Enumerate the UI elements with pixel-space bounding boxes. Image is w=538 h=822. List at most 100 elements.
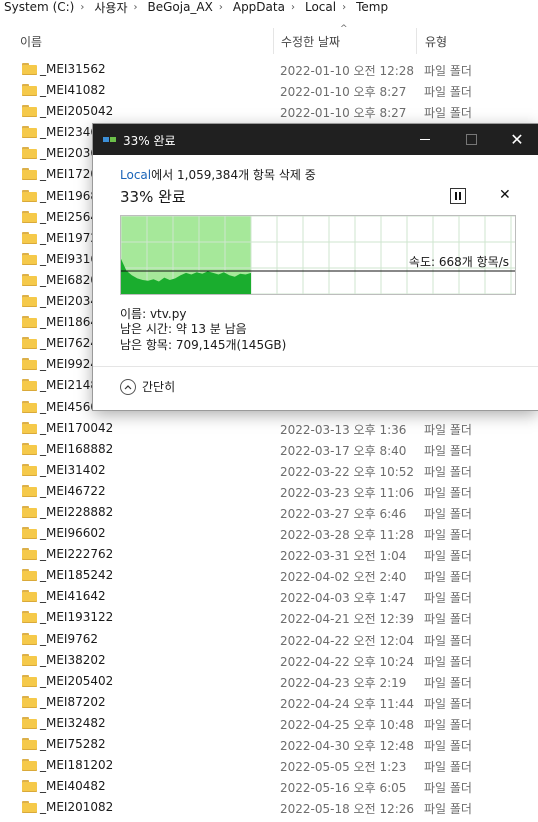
file-type: 파일 폴더 <box>424 64 472 78</box>
folder-icon <box>22 316 37 329</box>
breadcrumb-item[interactable]: BeGoja_AX <box>143 0 212 14</box>
pause-button[interactable] <box>450 188 466 204</box>
list-item[interactable]: _MEI32482 2022-04-25 오후 10:48 파일 폴더 <box>0 714 538 735</box>
file-name: _MEI2148 <box>40 378 99 393</box>
file-date: 2022-03-17 오후 8:40 <box>280 443 407 458</box>
file-name: _MEI87202 <box>40 694 106 709</box>
file-date: 2022-04-25 오후 10:48 <box>280 717 415 732</box>
breadcrumb-item[interactable]: System (C:) <box>0 0 74 14</box>
list-item[interactable]: _MEI181202 2022-05-05 오전 1:23 파일 폴더 <box>0 756 538 777</box>
chevron-right-icon[interactable]: › <box>336 2 352 13</box>
list-item[interactable]: _MEI96602 2022-03-28 오후 11:28 파일 폴더 <box>0 524 538 545</box>
file-name: _MEI9762 <box>40 631 99 646</box>
folder-icon <box>22 463 37 476</box>
breadcrumb-item[interactable]: 사용자 <box>90 0 127 15</box>
close-button[interactable]: ✕ <box>494 124 538 155</box>
list-item[interactable]: _MEI38202 2022-04-22 오후 10:24 파일 폴더 <box>0 651 538 672</box>
maximize-icon <box>465 134 477 145</box>
list-item[interactable]: _MEI205042 2022-01-10 오후 8:27 파일 폴더 <box>0 102 538 123</box>
breadcrumb-item[interactable]: Local <box>301 0 336 14</box>
fewer-details-button[interactable]: 간단히 <box>120 378 175 395</box>
summary-text: 에서 1,059,384개 항목 삭제 중 <box>151 168 316 182</box>
list-item[interactable]: _MEI41642 2022-04-03 오후 1:47 파일 폴더 <box>0 587 538 608</box>
delete-progress-dialog: 33% 완료 ✕ Local에서 1,059,384개 항목 삭제 중 33% … <box>93 124 538 410</box>
file-type: 파일 폴더 <box>424 485 472 500</box>
file-name: _MEI40482 <box>40 779 106 794</box>
folder-icon <box>22 527 37 540</box>
file-date: 2022-01-10 오전 12:28 <box>280 64 415 78</box>
list-item[interactable]: _MEI40482 2022-05-16 오후 6:05 파일 폴더 <box>0 777 538 798</box>
file-type: 파일 폴더 <box>424 549 472 564</box>
folder-icon <box>22 84 37 97</box>
column-header-date[interactable]: 수정한 날짜 <box>281 28 340 54</box>
chevron-up-icon <box>120 378 136 395</box>
items-remaining: 남은 항목: 709,145개(145GB) <box>120 338 287 352</box>
operation-summary: Local에서 1,059,384개 항목 삭제 중 <box>120 166 316 183</box>
file-type: 파일 폴더 <box>424 781 472 796</box>
folder-icon <box>22 105 37 118</box>
throughput-graph: 속도: 668개 항목/s <box>120 215 516 295</box>
file-name: _MEI201082 <box>40 800 114 815</box>
column-header-name[interactable]: 이름 <box>20 28 42 54</box>
list-item[interactable]: _MEI75282 2022-04-30 오후 12:48 파일 폴더 <box>0 735 538 756</box>
file-name: _MEI181202 <box>40 758 114 773</box>
folder-icon <box>22 484 37 497</box>
chevron-right-icon[interactable]: › <box>74 2 90 13</box>
folder-icon <box>22 653 37 666</box>
list-item[interactable]: _MEI205402 2022-04-23 오후 2:19 파일 폴더 <box>0 672 538 693</box>
maximize-button[interactable] <box>448 124 494 155</box>
source-folder-link[interactable]: Local <box>120 168 151 182</box>
list-item[interactable]: _MEI193122 2022-04-21 오전 12:39 파일 폴더 <box>0 608 538 629</box>
breadcrumb-item[interactable]: Temp <box>352 0 388 14</box>
column-header-type[interactable]: 유형 <box>425 28 447 54</box>
folder-icon <box>22 548 37 561</box>
file-type: 파일 폴더 <box>424 528 472 543</box>
list-item[interactable]: _MEI201082 2022-05-18 오전 12:26 파일 폴더 <box>0 798 538 819</box>
list-item[interactable]: _MEI222762 2022-03-31 오전 1:04 파일 폴더 <box>0 545 538 566</box>
folder-icon <box>22 590 37 603</box>
minimize-button[interactable] <box>402 124 448 155</box>
list-item[interactable]: _MEI9762 2022-04-22 오전 12:04 파일 폴더 <box>0 630 538 651</box>
file-name: _MEI1968 <box>40 188 99 203</box>
list-item[interactable]: _MEI228882 2022-03-27 오후 6:46 파일 폴더 <box>0 503 538 524</box>
list-item[interactable]: _MEI170042 2022-03-13 오후 1:36 파일 폴더 <box>0 419 538 440</box>
file-name: _MEI31562 <box>40 62 106 76</box>
dialog-titlebar[interactable]: 33% 완료 ✕ <box>93 124 538 155</box>
list-item[interactable]: _MEI31402 2022-03-22 오후 10:52 파일 폴더 <box>0 461 538 482</box>
cancel-button[interactable]: ✕ <box>499 187 511 203</box>
column-divider[interactable] <box>273 28 274 54</box>
file-name: _MEI193122 <box>40 610 114 625</box>
list-item[interactable]: _MEI46722 2022-03-23 오후 11:06 파일 폴더 <box>0 482 538 503</box>
file-date: 2022-04-21 오전 12:39 <box>280 612 415 627</box>
list-item[interactable]: _MEI185242 2022-04-02 오전 2:40 파일 폴더 <box>0 566 538 587</box>
folder-icon <box>22 337 37 350</box>
file-type: 파일 폴더 <box>424 106 472 121</box>
folder-icon <box>22 379 37 392</box>
list-item[interactable]: _MEI41082 2022-01-10 오후 8:27 파일 폴더 <box>0 81 538 102</box>
file-date: 2022-01-10 오후 8:27 <box>280 85 407 100</box>
file-type: 파일 폴더 <box>424 506 472 521</box>
column-divider[interactable] <box>416 28 417 54</box>
folder-icon <box>22 442 37 455</box>
list-item[interactable]: _MEI87202 2022-04-24 오후 11:44 파일 폴더 <box>0 693 538 714</box>
chevron-right-icon[interactable]: › <box>213 2 229 13</box>
file-type: 파일 폴더 <box>424 739 472 753</box>
breadcrumb-item[interactable]: AppData <box>229 0 285 14</box>
chevron-right-icon[interactable]: › <box>127 2 143 13</box>
file-name: _MEI32482 <box>40 715 106 730</box>
sort-ascending-icon: ^ <box>340 24 348 34</box>
file-name: _MEI96602 <box>40 526 106 541</box>
file-name: _MEI170042 <box>40 420 114 435</box>
file-date: 2022-05-16 오후 6:05 <box>280 781 407 796</box>
chevron-right-icon[interactable]: › <box>285 2 301 13</box>
list-item[interactable]: _MEI31562 2022-01-10 오전 12:28 파일 폴더 <box>0 60 538 81</box>
folder-icon <box>22 632 37 645</box>
folder-icon <box>22 695 37 708</box>
file-name: _MEI46722 <box>40 483 106 498</box>
file-name: _MEI2034 <box>40 294 99 309</box>
file-date: 2022-03-13 오후 1:36 <box>280 422 407 437</box>
file-name: _MEI1864 <box>40 315 99 330</box>
file-type: 파일 폴더 <box>424 802 472 817</box>
list-item[interactable]: _MEI168882 2022-03-17 오후 8:40 파일 폴더 <box>0 440 538 461</box>
minimize-icon <box>420 139 430 140</box>
